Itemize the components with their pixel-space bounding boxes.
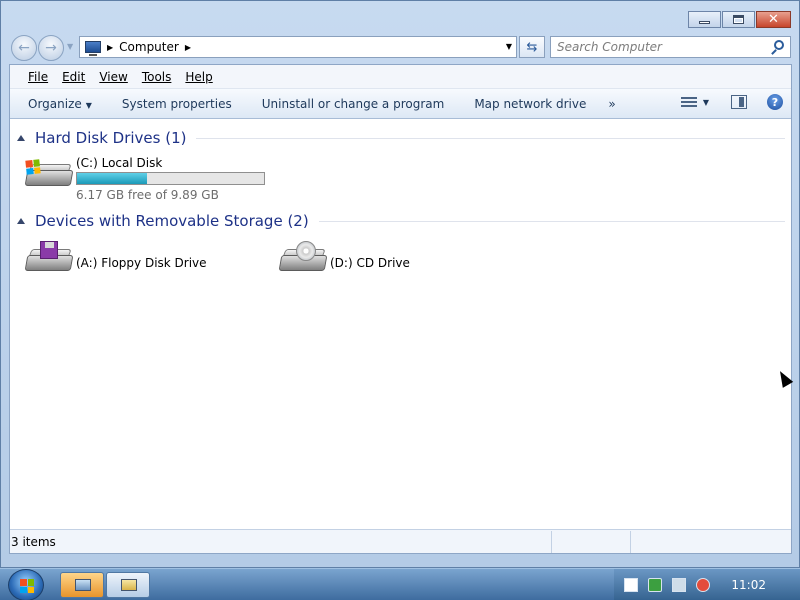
menu-view[interactable]: View xyxy=(99,70,127,84)
group-divider xyxy=(318,220,785,222)
system-properties-button[interactable]: System properties xyxy=(122,97,232,111)
drive-c-details: (C:) Local Disk 6.17 GB free of 9.89 GB xyxy=(76,156,265,202)
hard-disk-icon xyxy=(24,156,74,196)
drive-name: (A:) Floppy Disk Drive xyxy=(76,256,207,270)
drive-c[interactable]: (C:) Local Disk 6.17 GB free of 9.89 GB xyxy=(24,156,265,202)
client-area: File Edit View Tools Help Organize ▼ Syst… xyxy=(9,64,792,554)
preview-pane-icon[interactable] xyxy=(731,95,747,109)
drive-d-details: (D:) CD Drive xyxy=(330,241,410,270)
view-controls: ▼ ? xyxy=(680,94,783,110)
group-title: Hard Disk Drives (1) xyxy=(35,129,187,147)
menu-file[interactable]: File xyxy=(28,70,48,84)
more-commands-button[interactable]: » xyxy=(608,97,615,111)
minimize-icon xyxy=(699,21,710,24)
group-divider xyxy=(196,137,785,139)
drive-name: (D:) CD Drive xyxy=(330,256,410,270)
start-button[interactable] xyxy=(8,569,44,600)
view-options-dropdown[interactable]: ▼ xyxy=(703,98,709,107)
clock[interactable]: 11:02 xyxy=(731,578,766,592)
menu-help[interactable]: Help xyxy=(185,70,212,84)
change-view-icon[interactable] xyxy=(680,95,697,109)
cd-drive-icon xyxy=(278,241,328,281)
taskbar-folder-button[interactable] xyxy=(106,572,150,598)
caption-buttons: ✕ xyxy=(688,11,791,28)
taskbar: 11:02 xyxy=(0,568,800,600)
disk-usage-fill xyxy=(77,173,148,184)
drive-free-space: 6.17 GB free of 9.89 GB xyxy=(76,188,219,202)
forward-arrow-icon: → xyxy=(45,40,57,56)
maximize-icon xyxy=(733,15,744,24)
item-count: 3 items xyxy=(11,534,56,549)
network-icon[interactable] xyxy=(672,578,686,592)
address-dropdown-icon[interactable]: ▼ xyxy=(506,42,512,51)
computer-icon xyxy=(85,41,101,56)
explorer-window: ✕ ← → ▼ ▶ Computer ▶ ▼ ⇆ File Edit View … xyxy=(0,0,800,568)
minimize-button[interactable] xyxy=(688,11,721,28)
maximize-button[interactable] xyxy=(722,11,755,28)
content-pane: Hard Disk Drives (1) (C:) Local Disk 6.1… xyxy=(10,119,791,527)
menu-edit[interactable]: Edit xyxy=(62,70,85,84)
recent-pages-dropdown[interactable]: ▼ xyxy=(67,42,73,51)
navigation-row: ← → ▼ ▶ Computer ▶ ▼ ⇆ xyxy=(1,33,799,61)
command-bar: Organize ▼ System properties Uninstall or… xyxy=(10,89,791,119)
drive-name: (C:) Local Disk xyxy=(76,156,163,170)
floppy-drive-icon xyxy=(24,241,74,281)
windows-logo-icon xyxy=(20,579,34,593)
breadcrumb-computer[interactable]: Computer xyxy=(119,40,179,54)
address-bar[interactable]: ▶ Computer ▶ ▼ xyxy=(79,36,517,58)
explorer-icon xyxy=(75,579,91,591)
refresh-icon: ⇆ xyxy=(526,39,538,55)
menu-tools[interactable]: Tools xyxy=(142,70,172,84)
search-icon[interactable] xyxy=(774,40,784,50)
help-icon[interactable]: ? xyxy=(767,94,783,110)
title-bar[interactable]: ✕ xyxy=(1,1,799,33)
notification-area: 11:02 xyxy=(614,569,800,600)
search-box[interactable] xyxy=(550,36,791,58)
chevron-down-icon: ▼ xyxy=(85,100,92,110)
close-icon: ✕ xyxy=(768,12,779,27)
drive-d[interactable]: (D:) CD Drive xyxy=(278,241,410,281)
breadcrumb-separator-icon[interactable]: ▶ xyxy=(185,43,191,52)
drive-a-details: (A:) Floppy Disk Drive xyxy=(76,241,207,270)
map-network-drive-button[interactable]: Map network drive xyxy=(474,97,586,111)
status-bar: 3 items xyxy=(10,529,791,553)
uninstall-program-button[interactable]: Uninstall or change a program xyxy=(262,97,445,111)
status-divider xyxy=(551,530,552,553)
search-input[interactable] xyxy=(551,37,761,57)
collapse-triangle-icon[interactable] xyxy=(17,218,25,224)
refresh-button[interactable]: ⇆ xyxy=(519,36,545,58)
forward-button[interactable]: → xyxy=(38,35,64,61)
disk-usage-bar xyxy=(76,172,265,185)
group-title: Devices with Removable Storage (2) xyxy=(35,212,309,230)
close-button[interactable]: ✕ xyxy=(756,11,791,28)
menu-bar: File Edit View Tools Help xyxy=(10,65,791,89)
group-header-hard-disk[interactable]: Hard Disk Drives (1) xyxy=(10,129,785,147)
volume-muted-icon[interactable] xyxy=(696,578,710,592)
back-button[interactable]: ← xyxy=(11,35,37,61)
breadcrumb-separator-icon[interactable]: ▶ xyxy=(107,43,113,52)
security-icon[interactable] xyxy=(648,578,662,592)
action-center-icon[interactable] xyxy=(624,578,638,592)
group-header-removable[interactable]: Devices with Removable Storage (2) xyxy=(10,212,785,230)
status-divider xyxy=(630,530,631,553)
organize-button[interactable]: Organize ▼ xyxy=(28,97,92,111)
taskbar-explorer-button[interactable] xyxy=(60,572,104,598)
drive-a[interactable]: (A:) Floppy Disk Drive xyxy=(24,241,207,281)
folder-icon xyxy=(121,579,137,591)
back-arrow-icon: ← xyxy=(18,40,30,56)
collapse-triangle-icon[interactable] xyxy=(17,135,25,141)
